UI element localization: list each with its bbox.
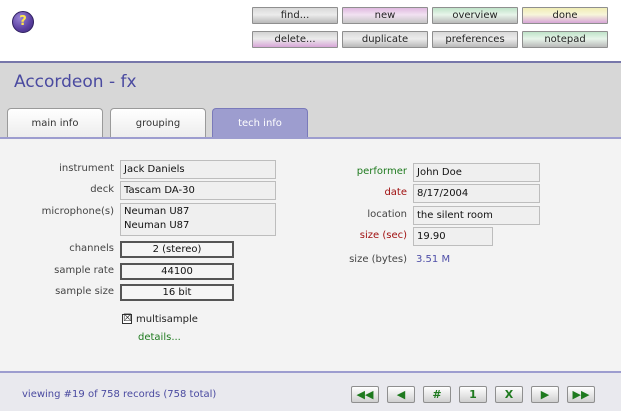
tech-info-panel: instrument Jack Daniels deck Tascam DA-3… [0,137,621,371]
size-sec-field[interactable]: 19.90 [413,227,493,246]
tab-main-info[interactable]: main info [7,108,103,139]
sample-rate-field[interactable]: 44100 [120,263,234,280]
help-icon[interactable]: ? [12,11,34,33]
sample-size-label: sample size [55,286,114,297]
size-bytes-label: size (bytes) [349,254,407,265]
tab-tech-info[interactable]: tech info [212,108,308,139]
details-link[interactable]: details... [138,332,181,343]
tab-grouping[interactable]: grouping [110,108,206,139]
size-bytes-value: 3.51 M [416,254,451,265]
deck-field[interactable]: Tascam DA-30 [120,181,276,200]
preferences-button[interactable]: preferences [432,31,518,48]
title-band: Accordeon - fx main info grouping tech i… [0,61,621,139]
notepad-button[interactable]: notepad [522,31,608,48]
microphones-field[interactable]: Neuman U87 Neuman U87 [120,203,276,236]
close-record-button[interactable]: X [495,386,523,403]
page-title: Accordeon - fx [14,72,137,92]
next-record-button[interactable]: ▶ [531,386,559,403]
channels-field[interactable]: 2 (stereo) [120,241,234,258]
last-record-button[interactable]: ▶▶ [567,386,595,403]
multisample-label: multisample [136,314,198,325]
date-label: date [384,187,407,198]
first-record-button[interactable]: ◀◀ [351,386,379,403]
duplicate-button[interactable]: duplicate [342,31,428,48]
location-field[interactable]: the silent room [413,206,540,225]
done-button[interactable]: done [522,7,608,24]
date-field[interactable]: 8/17/2004 [413,184,540,203]
instrument-label: instrument [59,163,114,174]
goto-record-button[interactable]: # [423,386,451,403]
previous-record-button[interactable]: ◀ [387,386,415,403]
sample-size-field[interactable]: 16 bit [120,284,234,301]
deck-label: deck [90,184,114,195]
performer-label: performer [356,166,407,177]
page-number-button[interactable]: 1 [459,386,487,403]
overview-button[interactable]: overview [432,7,518,24]
microphone-1: Neuman U87 [124,206,190,217]
new-button[interactable]: new [342,7,428,24]
performer-field[interactable]: John Doe [413,163,540,182]
microphone-2: Neuman U87 [124,220,190,231]
location-label: location [367,209,407,220]
status-bar: viewing #19 of 758 records (758 total) ◀… [0,371,621,411]
instrument-field[interactable]: Jack Daniels [120,160,276,179]
channels-label: channels [69,243,114,254]
multisample-checkbox[interactable]: ☒ [122,314,132,324]
size-sec-label: size (sec) [359,230,407,241]
sample-rate-label: sample rate [54,265,114,276]
delete-button[interactable]: delete... [252,31,338,48]
find-button[interactable]: find... [252,7,338,24]
record-status: viewing #19 of 758 records (758 total) [22,389,217,400]
toolbar: ? find... new overview done delete... du… [0,0,621,60]
microphones-label: microphone(s) [41,206,114,217]
